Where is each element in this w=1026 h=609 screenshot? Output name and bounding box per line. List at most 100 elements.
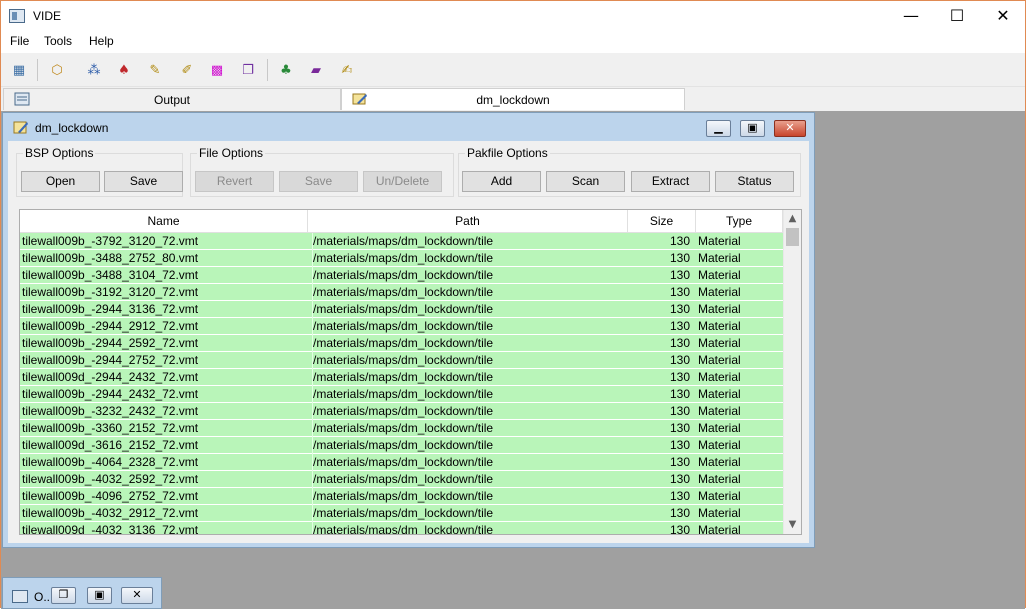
table-row[interactable]: tilewall009d_-3616_2152_72.vmt/materials… bbox=[20, 437, 783, 454]
table-row[interactable]: tilewall009b_-2944_2432_72.vmt/materials… bbox=[20, 386, 783, 403]
child-restore-button[interactable]: ▣ bbox=[740, 120, 765, 137]
edit-note-2-icon[interactable]: ✐ bbox=[177, 60, 197, 80]
vertical-scrollbar[interactable]: ▲ ▼ bbox=[783, 210, 801, 534]
cell-type: Material bbox=[698, 353, 741, 367]
pak-extract-button[interactable]: Extract bbox=[631, 171, 710, 192]
cell-path: /materials/maps/dm_lockdown/tile bbox=[312, 420, 628, 437]
cell-type: Material bbox=[698, 455, 741, 469]
mini-restore-button[interactable]: ❐ bbox=[51, 587, 76, 604]
book-icon[interactable]: ▰ bbox=[306, 60, 326, 80]
cell-path: /materials/maps/dm_lockdown/tile bbox=[312, 454, 628, 471]
table-row[interactable]: tilewall009b_-4032_2912_72.vmt/materials… bbox=[20, 505, 783, 522]
table-row[interactable]: tilewall009b_-2944_2592_72.vmt/materials… bbox=[20, 335, 783, 352]
mini-maximize-button[interactable]: ▣ bbox=[87, 587, 112, 604]
cell-type: Material bbox=[698, 387, 741, 401]
table-row[interactable]: tilewall009b_-3232_2432_72.vmt/materials… bbox=[20, 403, 783, 420]
molecule-icon[interactable]: ⁂ bbox=[84, 60, 104, 80]
cell-name: tilewall009b_-4096_2752_72.vmt bbox=[22, 489, 199, 503]
file-save-button[interactable]: Save bbox=[279, 171, 358, 192]
child-minimize-button[interactable]: ▁ bbox=[706, 120, 731, 137]
child-title-bar[interactable]: dm_lockdown ▁ ▣ ✕ bbox=[3, 113, 814, 141]
table-row[interactable]: tilewall009b_-3792_3120_72.vmt/materials… bbox=[20, 233, 783, 250]
cell-name: tilewall009d_-4032_3136_72.vmt bbox=[22, 523, 199, 535]
cell-name: tilewall009b_-2944_2912_72.vmt bbox=[22, 319, 199, 333]
scroll-thumb[interactable] bbox=[786, 228, 799, 246]
tab-output-label: Output bbox=[153, 93, 191, 107]
bsp-open-button[interactable]: Open bbox=[21, 171, 100, 192]
cell-type: Material bbox=[698, 336, 741, 350]
child-close-button[interactable]: ✕ bbox=[774, 120, 806, 137]
table-row[interactable]: tilewall009b_-4064_2328_72.vmt/materials… bbox=[20, 454, 783, 471]
edit-note-icon[interactable]: ✎ bbox=[145, 60, 165, 80]
pakfile-table: Name Path Size Type tilewall009b_-3792_3… bbox=[19, 209, 802, 535]
file-options-group: File Options Revert Save Un/Delete bbox=[190, 146, 454, 197]
cell-size: 130 bbox=[669, 251, 690, 265]
cell-size: 130 bbox=[669, 472, 690, 486]
table-row[interactable]: tilewall009b_-3360_2152_72.vmt/materials… bbox=[20, 420, 783, 437]
cell-path: /materials/maps/dm_lockdown/tile bbox=[312, 267, 628, 284]
cell-size: 130 bbox=[669, 234, 690, 248]
bsp-save-button[interactable]: Save bbox=[104, 171, 183, 192]
tree-icon[interactable]: ♣ bbox=[276, 60, 296, 80]
menu-tools[interactable]: Tools bbox=[44, 34, 72, 48]
pakfile-options-group: Pakfile Options Add Scan Extract Status bbox=[458, 146, 801, 197]
scroll-down-icon[interactable]: ▼ bbox=[784, 516, 801, 533]
file-undelete-button[interactable]: Un/Delete bbox=[363, 171, 442, 192]
toolbar: ▦ ⬡ ⁂ ♠ ✎ ✐ ▩ ❐ ♣ ▰ ✍ bbox=[1, 53, 1025, 87]
mini-close-button[interactable]: ✕ bbox=[121, 587, 153, 604]
column-header-type[interactable]: Type bbox=[696, 210, 783, 233]
pak-add-button[interactable]: Add bbox=[462, 171, 541, 192]
table-rows: tilewall009b_-3792_3120_72.vmt/materials… bbox=[20, 233, 783, 535]
menu-help[interactable]: Help bbox=[89, 34, 114, 48]
mdi-area: dm_lockdown ▁ ▣ ✕ BSP Options Open Save … bbox=[1, 111, 1025, 609]
table-row[interactable]: tilewall009b_-4096_2752_72.vmt/materials… bbox=[20, 488, 783, 505]
maximize-button[interactable]: ☐ bbox=[934, 1, 980, 31]
checker-texture-icon[interactable]: ▩ bbox=[207, 60, 227, 80]
pakfile-options-label: Pakfile Options bbox=[465, 146, 550, 160]
cell-size: 130 bbox=[669, 353, 690, 367]
table-row[interactable]: tilewall009b_-3192_3120_72.vmt/materials… bbox=[20, 284, 783, 301]
cell-name: tilewall009b_-2944_2752_72.vmt bbox=[22, 353, 199, 367]
table-row[interactable]: tilewall009d_-4032_3136_72.vmt/materials… bbox=[20, 522, 783, 535]
table-row[interactable]: tilewall009b_-3488_3104_72.vmt/materials… bbox=[20, 267, 783, 284]
column-header-path[interactable]: Path bbox=[308, 210, 628, 233]
minimized-output-window[interactable]: O... ❐ ▣ ✕ bbox=[2, 577, 162, 609]
cell-path: /materials/maps/dm_lockdown/tile bbox=[312, 403, 628, 420]
table-row[interactable]: tilewall009b_-2944_2752_72.vmt/materials… bbox=[20, 352, 783, 369]
layout-icon[interactable]: ▦ bbox=[9, 60, 29, 80]
toolbar-separator bbox=[37, 59, 38, 81]
minimize-button[interactable]: — bbox=[888, 1, 934, 31]
mushroom-icon[interactable]: ♠ bbox=[114, 60, 134, 80]
table-row[interactable]: tilewall009b_-4032_2592_72.vmt/materials… bbox=[20, 471, 783, 488]
menu-file[interactable]: File bbox=[10, 34, 29, 48]
table-row[interactable]: tilewall009b_-3488_2752_80.vmt/materials… bbox=[20, 250, 783, 267]
tab-dm-lockdown-label: dm_lockdown bbox=[476, 93, 550, 107]
table-row[interactable]: tilewall009b_-2944_3136_72.vmt/materials… bbox=[20, 301, 783, 318]
cell-path: /materials/maps/dm_lockdown/tile bbox=[312, 471, 628, 488]
toolbar-separator bbox=[267, 59, 268, 81]
scroll-up-icon[interactable]: ▲ bbox=[784, 210, 801, 227]
cell-path: /materials/maps/dm_lockdown/tile bbox=[312, 505, 628, 522]
column-header-size[interactable]: Size bbox=[628, 210, 696, 233]
pak-scan-button[interactable]: Scan bbox=[546, 171, 625, 192]
package-icon[interactable]: ⬡ bbox=[47, 60, 67, 80]
menu-bar: File Tools Help bbox=[1, 31, 1025, 53]
cell-size: 130 bbox=[669, 370, 690, 384]
tab-output[interactable]: Output bbox=[3, 88, 341, 110]
tab-dm-lockdown[interactable]: dm_lockdown bbox=[341, 88, 685, 110]
close-button[interactable]: ✕ bbox=[980, 1, 1026, 31]
cell-type: Material bbox=[698, 268, 741, 282]
title-bar: VIDE — ☐ ✕ bbox=[1, 1, 1025, 31]
table-row[interactable]: tilewall009b_-2944_2912_72.vmt/materials… bbox=[20, 318, 783, 335]
image-stack-icon[interactable]: ❐ bbox=[238, 60, 258, 80]
cell-type: Material bbox=[698, 319, 741, 333]
file-revert-button[interactable]: Revert bbox=[195, 171, 274, 192]
table-row[interactable]: tilewall009d_-2944_2432_72.vmt/materials… bbox=[20, 369, 783, 386]
app-icon bbox=[9, 9, 25, 23]
cell-type: Material bbox=[698, 489, 741, 503]
pak-status-button[interactable]: Status bbox=[715, 171, 794, 192]
column-header-name[interactable]: Name bbox=[20, 210, 308, 233]
cell-path: /materials/maps/dm_lockdown/tile bbox=[312, 386, 628, 403]
map-edit-icon[interactable]: ✍ bbox=[337, 60, 357, 80]
cell-size: 130 bbox=[669, 268, 690, 282]
